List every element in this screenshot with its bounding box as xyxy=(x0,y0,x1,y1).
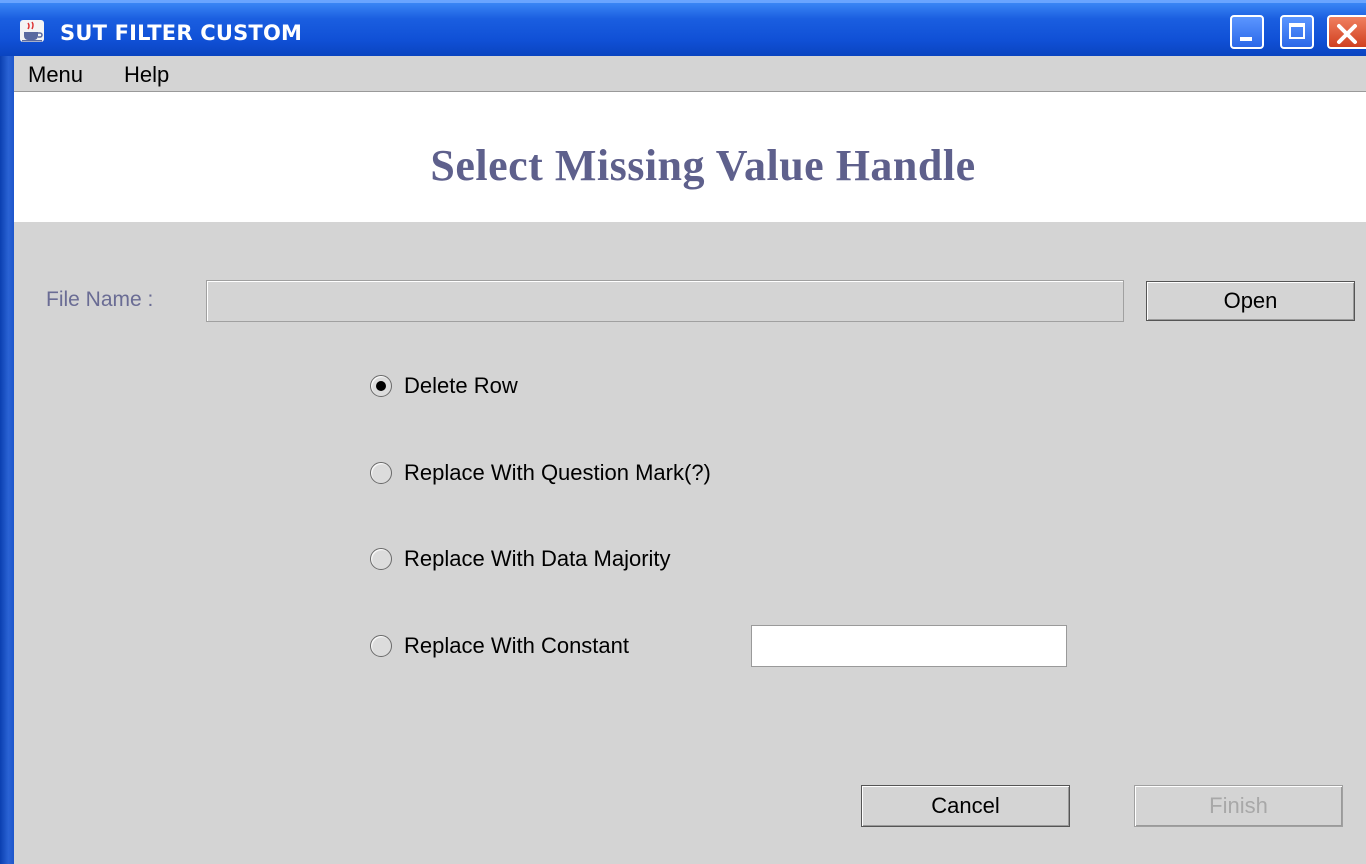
java-cup-icon xyxy=(20,20,44,42)
option-label: Replace With Constant xyxy=(404,633,629,658)
constant-value-field[interactable] xyxy=(751,625,1067,667)
window-title: SUT FILTER CUSTOM xyxy=(60,21,303,45)
option-delete-row[interactable]: Delete Row xyxy=(370,373,518,399)
option-label: Replace With Data Majority xyxy=(404,546,671,571)
radio-button[interactable] xyxy=(370,635,392,657)
minimize-button[interactable] xyxy=(1230,15,1264,49)
window-frame-left xyxy=(0,56,14,864)
radio-button[interactable] xyxy=(370,462,392,484)
page-title: Select Missing Value Handle xyxy=(430,141,976,190)
app-window: SUT FILTER CUSTOM Menu Help Select Missi… xyxy=(0,0,1366,864)
option-replace-question-mark[interactable]: Replace With Question Mark(?) xyxy=(370,460,711,486)
content-panel: Select Missing Value Handle File Name : … xyxy=(14,92,1366,864)
menu-item-help[interactable]: Help xyxy=(124,62,169,88)
title-bar[interactable]: SUT FILTER CUSTOM xyxy=(0,0,1366,56)
menu-bar: Menu Help xyxy=(14,56,1366,92)
cancel-button[interactable]: Cancel xyxy=(861,785,1070,827)
radio-button[interactable] xyxy=(370,548,392,570)
option-label: Replace With Question Mark(?) xyxy=(404,460,711,485)
header-panel: Select Missing Value Handle xyxy=(14,92,1366,222)
maximize-button[interactable] xyxy=(1280,15,1314,49)
finish-button[interactable]: Finish xyxy=(1134,785,1343,827)
option-replace-data-majority[interactable]: Replace With Data Majority xyxy=(370,546,671,572)
file-name-field[interactable] xyxy=(206,280,1124,322)
option-replace-constant[interactable]: Replace With Constant xyxy=(370,633,629,659)
file-name-label: File Name : xyxy=(46,288,154,311)
open-button[interactable]: Open xyxy=(1146,281,1355,321)
menu-item-menu[interactable]: Menu xyxy=(28,62,83,88)
radio-button-checked[interactable] xyxy=(370,375,392,397)
close-icon xyxy=(1337,24,1357,44)
close-button[interactable] xyxy=(1327,15,1366,49)
option-label: Delete Row xyxy=(404,373,518,398)
